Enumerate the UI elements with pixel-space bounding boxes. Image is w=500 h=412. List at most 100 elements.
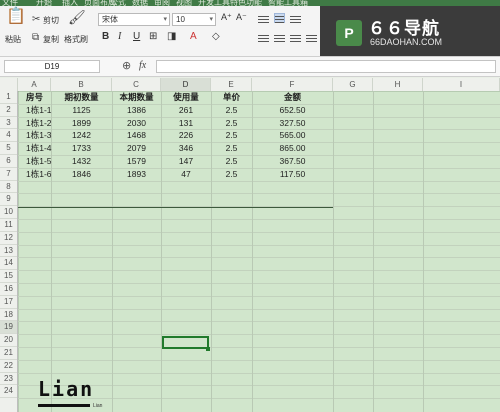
fill-color-icon[interactable]: ◨	[167, 31, 176, 42]
table-cell[interactable]: 1579	[112, 155, 161, 168]
table-cell[interactable]: 1893	[112, 168, 161, 181]
table-cell[interactable]: 2.5	[211, 104, 252, 117]
align-middle-icon[interactable]	[274, 13, 285, 23]
table-cell[interactable]: 2.5	[211, 155, 252, 168]
column-header-f[interactable]: F	[252, 78, 333, 91]
copy-button[interactable]: 复制	[43, 34, 59, 45]
column-header-h[interactable]: H	[373, 78, 423, 91]
row-header-14[interactable]: 14	[0, 257, 17, 271]
row-header-23[interactable]: 23	[0, 373, 17, 386]
table-header-cell[interactable]: 单价	[211, 91, 252, 104]
column-header-e[interactable]: E	[211, 78, 252, 91]
magnifier-icon[interactable]: ⊕	[122, 59, 131, 72]
row-header-12[interactable]: 12	[0, 232, 17, 245]
row-header-2[interactable]: 2	[0, 104, 17, 117]
table-cell[interactable]: 327.50	[252, 117, 333, 130]
table-cell[interactable]: 47	[161, 168, 211, 181]
row-header-4[interactable]: 4	[0, 129, 17, 143]
font-name-select[interactable]: 宋体 ▾	[98, 13, 170, 26]
align-left-icon[interactable]	[258, 33, 269, 43]
table-cell[interactable]: 1栋1-1	[26, 104, 52, 117]
shrink-font-icon[interactable]: A⁻	[236, 12, 247, 23]
format-painter-icon[interactable]: 🖌	[68, 10, 86, 24]
font-size-select[interactable]: 10 ▾	[172, 13, 216, 26]
table-header-cell[interactable]: 房号	[18, 91, 51, 104]
table-cell[interactable]: 1733	[51, 142, 112, 155]
select-all-corner[interactable]	[0, 78, 18, 91]
row-header-17[interactable]: 17	[0, 296, 17, 309]
row-header-7[interactable]: 7	[0, 168, 17, 181]
row-header-22[interactable]: 22	[0, 360, 17, 373]
fill-handle[interactable]	[206, 347, 210, 351]
table-cell[interactable]: 1386	[112, 104, 161, 117]
table-cell[interactable]: 2.5	[211, 142, 252, 155]
cut-button[interactable]: 剪切	[43, 15, 59, 26]
column-header-d[interactable]: D	[161, 78, 211, 91]
table-cell[interactable]: 1242	[51, 129, 112, 142]
row-header-9[interactable]: 9	[0, 193, 17, 207]
bold-button[interactable]: B	[102, 31, 109, 42]
row-header-5[interactable]: 5	[0, 142, 17, 155]
table-cell[interactable]: 131	[161, 117, 211, 130]
name-box[interactable]: D19	[4, 60, 100, 73]
table-cell[interactable]: 1栋1-5	[26, 155, 52, 168]
column-header-a[interactable]: A	[18, 78, 51, 91]
table-header-cell[interactable]: 期初数量	[51, 91, 112, 104]
font-color-icon[interactable]: A	[190, 31, 197, 42]
copy-icon[interactable]: ⧉	[32, 33, 39, 43]
table-cell[interactable]: 1432	[51, 155, 112, 168]
column-header-g[interactable]: G	[333, 78, 373, 91]
table-header-cell[interactable]: 使用量	[161, 91, 211, 104]
column-header-c[interactable]: C	[112, 78, 161, 91]
row-header-24[interactable]: 24	[0, 385, 17, 399]
table-cell[interactable]: 346	[161, 142, 211, 155]
column-header-i[interactable]: I	[423, 78, 500, 91]
table-cell[interactable]: 147	[161, 155, 211, 168]
scissors-icon[interactable]: ✂	[32, 15, 40, 25]
row-header-11[interactable]: 11	[0, 219, 17, 232]
table-cell[interactable]: 1栋1-2	[26, 117, 52, 130]
align-top-icon[interactable]	[258, 14, 269, 24]
table-cell[interactable]: 2079	[112, 142, 161, 155]
table-cell[interactable]: 652.50	[252, 104, 333, 117]
row-header-21[interactable]: 21	[0, 347, 17, 360]
paste-button[interactable]: 粘贴	[5, 34, 21, 45]
selected-cell[interactable]	[162, 336, 209, 349]
table-cell[interactable]: 1栋1-4	[26, 142, 52, 155]
row-header-13[interactable]: 13	[0, 245, 17, 258]
row-header-20[interactable]: 20	[0, 334, 17, 347]
table-cell[interactable]: 1栋1-3	[26, 129, 52, 142]
row-header-1[interactable]: 1	[0, 91, 17, 104]
table-cell[interactable]: 2.5	[211, 168, 252, 181]
table-cell[interactable]: 226	[161, 129, 211, 142]
table-cell[interactable]: 1468	[112, 129, 161, 142]
table-cell[interactable]: 1899	[51, 117, 112, 130]
table-cell[interactable]: 2.5	[211, 129, 252, 142]
table-cell[interactable]: 2030	[112, 117, 161, 130]
formula-input[interactable]	[156, 60, 496, 73]
align-bottom-icon[interactable]	[290, 14, 301, 24]
italic-button[interactable]: I	[118, 31, 121, 42]
table-header-cell[interactable]: 金额	[252, 91, 333, 104]
underline-button[interactable]: U	[133, 31, 140, 42]
row-header-15[interactable]: 15	[0, 270, 17, 283]
grow-font-icon[interactable]: A⁺	[221, 12, 232, 23]
table-cell[interactable]: 865.00	[252, 142, 333, 155]
table-cell[interactable]: 565.00	[252, 129, 333, 142]
align-right-icon[interactable]	[290, 33, 301, 43]
table-cell[interactable]: 1125	[51, 104, 112, 117]
table-cell[interactable]: 367.50	[252, 155, 333, 168]
table-cell[interactable]: 1846	[51, 168, 112, 181]
row-header-6[interactable]: 6	[0, 155, 17, 168]
column-header-b[interactable]: B	[51, 78, 112, 91]
table-header-cell[interactable]: 本期数量	[112, 91, 161, 104]
row-header-18[interactable]: 18	[0, 309, 17, 322]
row-header-8[interactable]: 8	[0, 181, 17, 194]
justify-icon[interactable]	[306, 33, 317, 43]
border-icon[interactable]: ⊞	[149, 31, 157, 42]
row-header-10[interactable]: 10	[0, 206, 17, 219]
row-header-3[interactable]: 3	[0, 117, 17, 130]
paste-icon[interactable]: 📋	[6, 9, 26, 25]
table-cell[interactable]: 261	[161, 104, 211, 117]
row-header-19[interactable]: 19	[0, 321, 17, 335]
